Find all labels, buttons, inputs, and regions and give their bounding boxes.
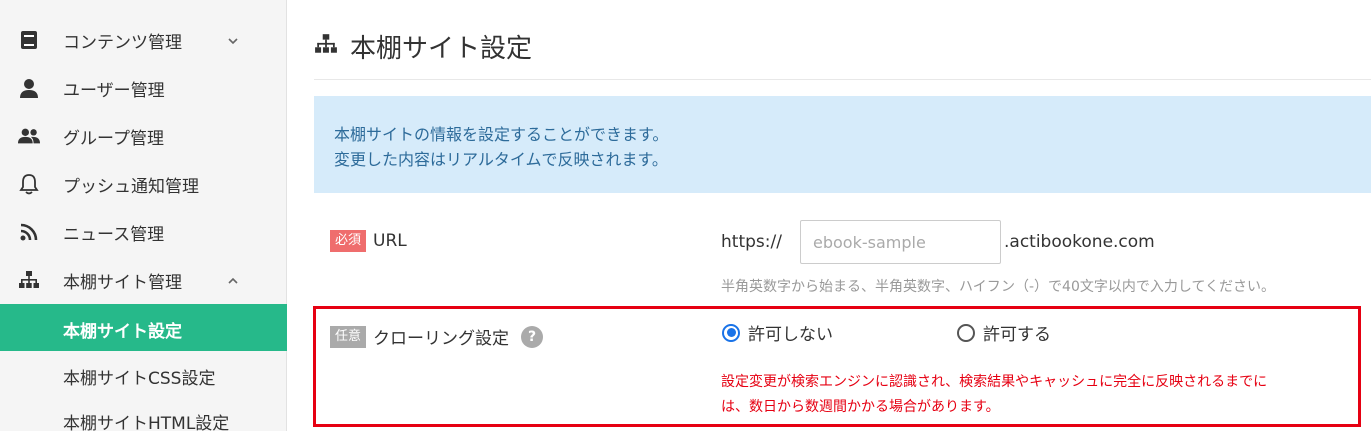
- page-title: 本棚サイト設定: [314, 26, 532, 66]
- rss-icon: [18, 222, 40, 242]
- crawl-warning-line: は、数日から数週間かかる場合があります。: [721, 399, 1000, 415]
- sidebar: コンテンツ管理 ユーザー管理 グループ管理 プッシュ通知管理 ニュース管理 本棚…: [0, 0, 287, 431]
- url-setting-label: 必須 URL: [330, 230, 407, 252]
- page-title-text: 本棚サイト設定: [350, 33, 533, 64]
- chevron-down-icon[interactable]: [226, 33, 240, 47]
- main-content: 本棚サイト設定 本棚サイトの情報を設定することができます。 変更した内容はリアル…: [288, 0, 1371, 431]
- sidebar-subitem-label: 本棚サイトCSS設定: [63, 369, 216, 389]
- radio-allow[interactable]: 許可する: [957, 320, 1051, 345]
- crawl-setting-label: 任意 クローリング設定 ?: [330, 324, 544, 349]
- sidebar-item-label: コンテンツ管理: [63, 32, 182, 53]
- radio-checked-icon[interactable]: [722, 323, 740, 342]
- sidebar-subitem-bookshelf-settings[interactable]: 本棚サイト設定: [0, 304, 287, 351]
- info-alert: 本棚サイトの情報を設定することができます。 変更した内容はリアルタイムで反映され…: [314, 96, 1371, 193]
- chevron-up-icon[interactable]: [226, 273, 240, 287]
- sidebar-subitem-label: 本棚サイトHTML設定: [63, 414, 230, 431]
- sidebar-item-label: プッシュ通知管理: [63, 176, 199, 197]
- sidebar-item-label: ニュース管理: [63, 224, 165, 245]
- bell-icon: [18, 174, 40, 195]
- sidebar-item-bookshelf[interactable]: 本棚サイト管理: [0, 256, 287, 304]
- radio-label: 許可しない: [748, 325, 833, 345]
- user-icon: [18, 78, 40, 98]
- sidebar-item-label: ユーザー管理: [63, 80, 165, 101]
- sidebar-item-news[interactable]: ニュース管理: [0, 208, 287, 256]
- url-hint: 半角英数字から始まる、半角英数字、ハイフン（-）で40文字以内で入力してください…: [721, 279, 1276, 295]
- sidebar-item-push[interactable]: プッシュ通知管理: [0, 160, 287, 208]
- sidebar-subitem-label: 本棚サイト設定: [63, 322, 182, 342]
- book-icon: [18, 30, 40, 50]
- radio-unchecked-icon[interactable]: [957, 323, 975, 342]
- sitemap-icon: [314, 33, 338, 59]
- crawl-warning-line: 設定変更が検索エンジンに認識され、検索結果やキャッシュに完全に反映されるまでに: [721, 374, 1268, 390]
- radio-label: 許可する: [983, 325, 1051, 345]
- sitemap-icon: [18, 270, 40, 290]
- url-label: URL: [373, 231, 407, 251]
- sidebar-item-label: 本棚サイト管理: [63, 272, 182, 293]
- url-suffix: .actibookone.com: [1004, 232, 1155, 252]
- sidebar-item-users[interactable]: ユーザー管理: [0, 64, 287, 112]
- crawl-label: クローリング設定: [373, 329, 510, 349]
- divider: [314, 79, 1371, 80]
- help-icon[interactable]: ?: [521, 325, 544, 348]
- required-badge: 必須: [330, 230, 367, 252]
- sidebar-subitem-bookshelf-html[interactable]: 本棚サイトHTML設定: [0, 396, 287, 431]
- users-icon: [18, 126, 40, 146]
- sidebar-subitem-bookshelf-css[interactable]: 本棚サイトCSS設定: [0, 351, 287, 398]
- sidebar-item-contents[interactable]: コンテンツ管理: [0, 16, 287, 64]
- subdomain-input[interactable]: [800, 220, 1001, 264]
- url-prefix: https://: [721, 232, 782, 252]
- info-line: 変更した内容はリアルタイムで反映されます。: [334, 150, 668, 169]
- sidebar-item-label: グループ管理: [63, 128, 164, 149]
- optional-badge: 任意: [330, 325, 367, 348]
- info-line: 本棚サイトの情報を設定することができます。: [334, 125, 669, 144]
- radio-disallow[interactable]: 許可しない: [722, 320, 833, 345]
- sidebar-item-groups[interactable]: グループ管理: [0, 112, 287, 160]
